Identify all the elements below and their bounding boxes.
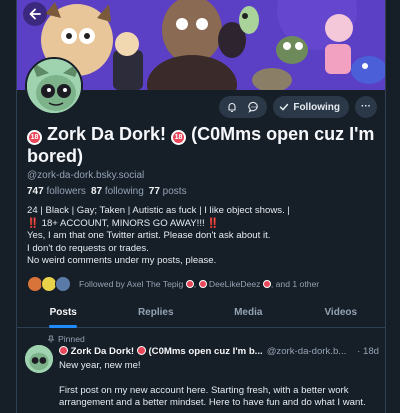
adult-badge-icon xyxy=(185,280,194,288)
adult-badge-icon: 18 xyxy=(27,130,42,145)
followers-link[interactable]: 747 followers xyxy=(27,186,86,197)
profile-tabs: Posts Replies Media Videos xyxy=(17,300,386,328)
follower-avatar xyxy=(55,276,71,292)
adult-badge-icon xyxy=(262,280,271,288)
post-author-name-text: Zork Da Dork! xyxy=(70,346,135,357)
post-text-line-1: New year, new me! xyxy=(59,360,141,371)
avatar-image xyxy=(25,345,53,373)
pinned-label: Pinned xyxy=(58,334,85,344)
profile-avatar[interactable] xyxy=(25,57,83,115)
more-options-button[interactable]: ··· xyxy=(355,96,377,118)
arrow-left-icon xyxy=(29,8,41,20)
activity-subscribe-button[interactable] xyxy=(223,96,241,118)
post-author-tail: (C0Mms open cuz I'm b... xyxy=(148,346,263,357)
more-icon: ··· xyxy=(361,101,371,112)
profile-handle: @zork-da-dork.bsky.social xyxy=(27,170,145,181)
post-text-line-2: First post on my new account here. Start… xyxy=(59,384,366,409)
followed-by-user-2[interactable]: DeeLikeDeez xyxy=(209,279,261,289)
profile-page: Following ··· 18 Zork Da Dork! 18 (C0Mms… xyxy=(16,0,386,413)
page-title: 18 Zork Da Dork! 18 (C0Mms open cuz I'm … xyxy=(27,123,377,167)
back-button[interactable] xyxy=(23,2,47,26)
bio-line-2-text: 18+ ACCOUNT, MINORS GO AWAY!!! xyxy=(38,217,208,229)
adult-badge-icon: 18 xyxy=(171,130,187,145)
bell-plus-icon xyxy=(228,103,236,113)
profile-actions: Following ··· xyxy=(219,96,377,118)
following-button[interactable]: Following xyxy=(273,96,349,118)
bio-line-2: ‼️ 18+ ACCOUNT, MINORS GO AWAY!!! ‼️ xyxy=(27,218,377,231)
tab-posts[interactable]: Posts xyxy=(17,300,110,328)
post-author-handle[interactable]: @zork-da-dork.b... xyxy=(267,346,347,357)
check-icon xyxy=(280,103,289,111)
posts-stat: 77 posts xyxy=(149,186,187,197)
followed-by-prefix: Followed by xyxy=(79,279,127,289)
tab-replies[interactable]: Replies xyxy=(110,300,203,327)
posts-count: 77 xyxy=(148,186,160,197)
double-exclamation-icon: ‼️ xyxy=(207,217,220,229)
following-label: Following xyxy=(293,101,340,113)
display-name-main: Zork Da Dork! xyxy=(47,124,167,144)
post-author-name[interactable]: Zork Da Dork! (C0Mms open cuz I'm b... xyxy=(59,346,263,357)
followed-by-text: Followed by Axel The Tepig , DeeLikeDeez… xyxy=(79,279,319,289)
adult-badge-icon xyxy=(136,346,146,355)
followers-count: 747 xyxy=(27,186,44,197)
adult-badge-icon xyxy=(198,280,207,288)
tab-videos[interactable]: Videos xyxy=(295,300,386,327)
post-header: Zork Da Dork! (C0Mms open cuz I'm b... @… xyxy=(59,346,379,357)
adult-badge-icon xyxy=(59,346,68,355)
post-author-avatar[interactable] xyxy=(25,345,53,373)
bio-line-4: I don't do requests or trades. xyxy=(27,242,149,254)
chat-bubble-icon xyxy=(248,101,259,113)
following-link[interactable]: 87 following xyxy=(91,186,144,197)
following-count: 87 xyxy=(90,186,103,197)
pin-icon xyxy=(47,335,55,343)
action-group xyxy=(219,96,268,118)
posts-label: posts xyxy=(162,186,187,197)
profile-bio: 24 | Black | Gay; Taken | Autistic as fu… xyxy=(27,205,377,268)
post-timestamp[interactable]: · 18d xyxy=(357,346,379,357)
bio-line-3: Yes, I am that one Twitter artist. Pleas… xyxy=(27,230,271,242)
following-label-text: following xyxy=(104,186,144,197)
known-followers[interactable]: Followed by Axel The Tepig , DeeLikeDeez… xyxy=(27,276,319,292)
bio-line-1: 24 | Black | Gay; Taken | Autistic as fu… xyxy=(27,205,290,216)
avatar-image xyxy=(27,59,81,113)
tab-media[interactable]: Media xyxy=(202,300,295,327)
followed-by-user-1[interactable]: Axel The Tepig xyxy=(127,279,184,289)
double-exclamation-icon: ‼️ xyxy=(27,217,39,229)
message-button[interactable] xyxy=(245,96,263,118)
followed-by-suffix: , and 1 other xyxy=(270,279,320,289)
bio-line-5: No weird comments under my posts, please… xyxy=(27,255,217,267)
followed-by-sep: , xyxy=(193,279,199,289)
profile-stats: 747 followers 87 following 77 posts xyxy=(27,186,187,197)
followers-label: followers xyxy=(46,186,86,197)
post-content[interactable]: New year, new me! First post on my new a… xyxy=(59,360,379,413)
pinned-indicator: Pinned xyxy=(47,334,85,344)
